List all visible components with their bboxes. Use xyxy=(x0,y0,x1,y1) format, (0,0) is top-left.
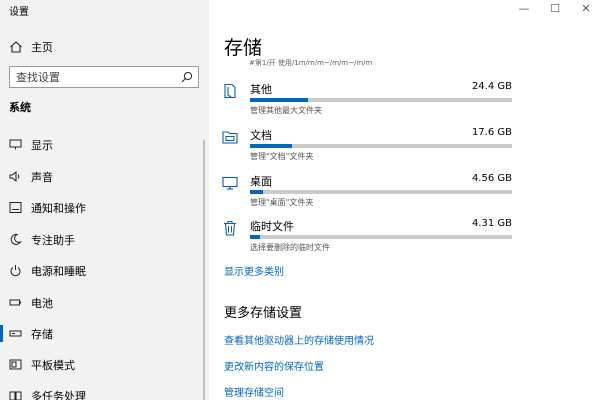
page-title: 存储 xyxy=(224,37,263,59)
category-description: 管理"文档"文件夹 xyxy=(250,152,314,161)
desktop-icon xyxy=(222,176,238,190)
sidebar-item-label: 专注助手 xyxy=(31,234,75,247)
home-icon xyxy=(10,41,22,53)
sidebar-item-label: 电池 xyxy=(31,297,53,310)
sidebar-item-display[interactable]: 显示 xyxy=(0,130,209,160)
category-name: 文档 xyxy=(250,129,272,142)
section-title-system: 系统 xyxy=(9,101,31,114)
sidebar-item-label: 显示 xyxy=(31,139,53,152)
storage-category-desktop[interactable]: 桌面 4.56 GB 管理"桌面"文件夹 xyxy=(222,173,512,213)
documents-folder-icon xyxy=(222,131,238,144)
other-drives-usage-link[interactable]: 查看其他驱动器上的存储使用情况 xyxy=(224,332,374,347)
sidebar-item-label: 存储 xyxy=(31,328,53,341)
minimize-button[interactable]: — xyxy=(517,2,531,16)
maximize-button[interactable]: ☐ xyxy=(548,2,562,16)
storage-icon xyxy=(9,330,22,337)
category-name: 桌面 xyxy=(250,175,272,188)
usage-bar-fill xyxy=(250,235,261,239)
category-description: 管理其他最大文件夹 xyxy=(250,106,322,115)
show-more-categories-link[interactable]: 显示更多类别 xyxy=(224,263,284,278)
multitask-icon xyxy=(9,391,22,400)
sidebar-scrollbar[interactable] xyxy=(203,140,205,400)
sidebar-item-label: 电源和睡眠 xyxy=(31,265,86,278)
category-description: 管理"桌面"文件夹 xyxy=(250,198,314,207)
battery-icon xyxy=(9,299,21,306)
sidebar-item-power-sleep[interactable]: 电源和睡眠 xyxy=(0,256,209,286)
sidebar-item-multitasking[interactable]: 多任务处理 xyxy=(0,381,209,400)
navigation-pane: 设置 主页 系统 显示 声音 通知和操作 专注助手 电源和睡眠 电池 xyxy=(0,0,209,400)
sidebar-item-battery[interactable]: 电池 xyxy=(0,288,209,318)
storage-category-other[interactable]: 其他 24.4 GB 管理其他最大文件夹 xyxy=(222,81,512,121)
moon-icon xyxy=(10,233,22,245)
sidebar-item-tablet-mode[interactable]: 平板模式 xyxy=(0,350,209,380)
notification-icon xyxy=(9,202,22,213)
category-size: 4.31 GB xyxy=(471,218,512,229)
sidebar-item-sound[interactable]: 声音 xyxy=(0,162,209,192)
category-size: 24.4 GB xyxy=(471,81,512,92)
home-nav-item[interactable]: 主页 xyxy=(0,36,209,58)
storage-page: — ☐ ✕ 存储 #第1/开 使用/1m/m/m~/m/m~/m/m 其他 24… xyxy=(209,0,599,400)
storage-category-temp-files[interactable]: 临时文件 4.31 GB 选择要删除的临时文件 xyxy=(222,218,512,258)
power-icon xyxy=(10,265,21,277)
usage-bar-fill xyxy=(250,190,264,194)
trash-icon xyxy=(224,221,236,236)
usage-bar-fill xyxy=(250,98,308,102)
category-description: 选择要删除的临时文件 xyxy=(250,243,330,252)
sidebar-item-focus-assist[interactable]: 专注助手 xyxy=(0,225,209,255)
sidebar-item-notifications[interactable]: 通知和操作 xyxy=(0,193,209,223)
category-size: 17.6 GB xyxy=(471,127,512,138)
usage-bar xyxy=(250,235,512,239)
manage-storage-spaces-link[interactable]: 管理存储空间 xyxy=(224,384,284,399)
usage-bar xyxy=(250,144,512,148)
usage-bar-fill xyxy=(250,144,292,148)
usage-bar xyxy=(250,98,512,102)
app-title: 设置 xyxy=(9,7,29,18)
active-indicator xyxy=(0,325,3,342)
more-storage-settings-heading: 更多存储设置 xyxy=(224,306,303,321)
category-name: 临时文件 xyxy=(250,220,294,233)
other-files-icon xyxy=(224,83,236,99)
sidebar-item-label: 声音 xyxy=(31,171,53,184)
sidebar-item-storage[interactable]: 存储 xyxy=(0,319,209,349)
category-size: 4.56 GB xyxy=(471,173,512,184)
sidebar-item-label: 多任务处理 xyxy=(31,390,86,400)
speaker-icon xyxy=(9,170,20,183)
sidebar-item-label: 平板模式 xyxy=(31,359,75,372)
storage-category-documents[interactable]: 文档 17.6 GB 管理"文档"文件夹 xyxy=(222,127,512,167)
change-save-location-link[interactable]: 更改新内容的保存位置 xyxy=(224,358,324,373)
clipped-scrolled-text: #第1/开 使用/1m/m/m~/m/m~/m/m xyxy=(249,59,373,67)
sidebar-item-label: 通知和操作 xyxy=(31,202,86,215)
usage-bar xyxy=(250,190,512,194)
home-label: 主页 xyxy=(31,41,53,54)
display-icon xyxy=(9,139,22,150)
settings-search-box[interactable] xyxy=(9,66,199,88)
tablet-icon xyxy=(9,359,22,370)
search-icon[interactable] xyxy=(181,71,193,83)
close-button[interactable]: ✕ xyxy=(579,2,593,16)
category-name: 其他 xyxy=(250,83,272,96)
search-input[interactable] xyxy=(10,67,178,87)
